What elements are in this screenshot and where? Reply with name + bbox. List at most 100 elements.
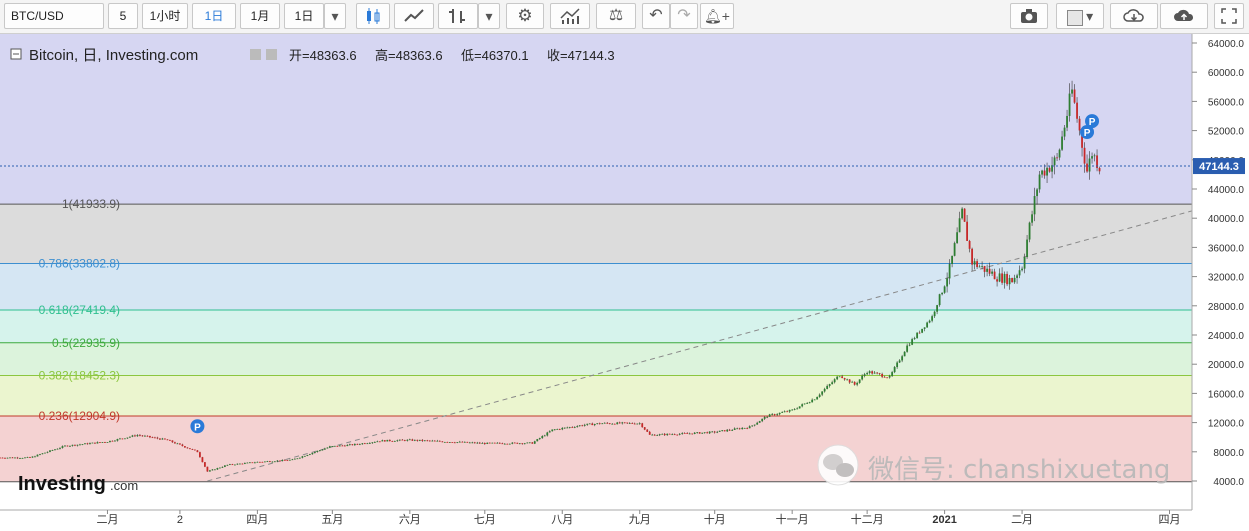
- candle-body: [258, 461, 261, 463]
- area-type-button[interactable]: [394, 3, 434, 29]
- candle-body: [81, 444, 84, 446]
- color-swatch-icon: [1066, 9, 1083, 26]
- candle-body: [703, 432, 706, 434]
- candle-body: [536, 439, 539, 442]
- candle-body: [16, 457, 19, 459]
- candle-body: [893, 367, 896, 373]
- compare-button[interactable]: ⚖: [596, 3, 636, 29]
- candle-body: [503, 443, 506, 445]
- legend-settings-icon[interactable]: [250, 49, 261, 60]
- fib-zone: [0, 310, 1192, 343]
- interval-1d-button[interactable]: 1日: [192, 3, 236, 29]
- candle-body: [476, 442, 479, 444]
- interval-1m-button[interactable]: 1月: [240, 3, 280, 29]
- candle-body: [353, 443, 356, 446]
- candle-body: [443, 441, 446, 443]
- p-marker-letter: P: [194, 422, 201, 433]
- candle-body: [791, 409, 794, 411]
- candle-body: [271, 461, 274, 463]
- period-dropdown-arrow[interactable]: ▾: [324, 3, 346, 29]
- candle-body: [41, 453, 44, 455]
- candle-body: [823, 388, 826, 392]
- candle-body: [628, 422, 631, 424]
- candle-body: [196, 450, 199, 453]
- candle-body: [11, 457, 14, 459]
- redo-button[interactable]: ↷: [670, 3, 698, 29]
- candle-body: [313, 451, 316, 453]
- candle-body: [74, 444, 76, 446]
- resolution-input[interactable]: 5: [108, 3, 138, 29]
- candle-body: [49, 450, 51, 452]
- candle-body: [401, 439, 404, 441]
- legend-title: Bitcoin, 日, Investing.com: [29, 47, 198, 64]
- candle-body: [596, 423, 599, 425]
- candle-body: [1076, 102, 1078, 119]
- candle-body: [751, 425, 754, 427]
- candle-body: [938, 294, 941, 306]
- candle-body: [403, 440, 406, 441]
- period-dropdown[interactable]: 1日: [284, 3, 324, 29]
- settings-button[interactable]: ⚙: [506, 3, 544, 29]
- fib-zone: [0, 342, 1192, 376]
- candle-body: [748, 426, 751, 429]
- indicators-button[interactable]: [550, 3, 590, 29]
- candle-body: [1073, 89, 1076, 103]
- candle-body: [378, 441, 381, 443]
- save-layout-button[interactable]: [1160, 3, 1208, 29]
- candle-body: [381, 440, 384, 442]
- time-axis[interactable]: [0, 510, 1249, 531]
- candle-body: [621, 422, 624, 424]
- x-tick-label: 四月: [1159, 514, 1181, 526]
- symbol-input[interactable]: BTC/USD: [4, 3, 104, 29]
- y-tick-label: 40000.0: [1208, 214, 1245, 225]
- candle-body: [243, 462, 246, 464]
- alert-button[interactable]: 🔔︎+: [700, 3, 734, 29]
- candle-body: [448, 442, 451, 443]
- candle-body: [1066, 115, 1068, 128]
- x-tick-label: 二月: [1011, 514, 1033, 526]
- candle-body: [641, 423, 644, 428]
- candle-body: [851, 381, 854, 383]
- candle-body: [54, 449, 56, 451]
- candle-body: [658, 434, 661, 436]
- legend-hide-icon[interactable]: [266, 49, 277, 60]
- candle-body: [756, 422, 759, 425]
- candle-body: [286, 460, 289, 462]
- candle-body: [973, 261, 976, 265]
- price-chart[interactable]: 1(41933.9) 0.786(33802.8) 0.618(27419.4) 0.…: [0, 34, 1249, 531]
- candle-body: [898, 360, 901, 363]
- candle-body: [881, 374, 884, 377]
- candle-body: [866, 372, 869, 375]
- candle-body: [666, 433, 669, 436]
- candle-body: [721, 430, 724, 432]
- bar-type-button[interactable]: [438, 3, 478, 29]
- chart-type-dropdown[interactable]: ▾: [478, 3, 500, 29]
- candle-body: [571, 427, 574, 428]
- candle-body: [214, 469, 216, 471]
- fullscreen-button[interactable]: [1214, 3, 1244, 29]
- candle-body: [563, 427, 566, 429]
- snapshot-button[interactable]: [1010, 3, 1048, 29]
- y-tick-label: 44000.0: [1208, 185, 1245, 196]
- candle-body: [51, 450, 54, 451]
- y-tick-label: 24000.0: [1208, 331, 1245, 342]
- candle-body: [398, 439, 401, 441]
- candle-body: [673, 434, 676, 436]
- candle-body: [593, 424, 596, 426]
- candle-body: [426, 440, 429, 442]
- undo-button[interactable]: ↶: [642, 3, 670, 29]
- candle-body: [236, 463, 239, 465]
- candle-body: [101, 442, 104, 443]
- candle-body: [623, 422, 626, 424]
- candle-body: [933, 311, 936, 317]
- background-color-button[interactable]: ▾: [1056, 3, 1104, 29]
- fib-zone: [0, 375, 1192, 416]
- load-layout-button[interactable]: [1110, 3, 1158, 29]
- candle-type-button[interactable]: [356, 3, 390, 29]
- candle-body: [321, 449, 324, 451]
- candle-body: [189, 448, 191, 450]
- interval-1h-button[interactable]: 1小时: [142, 3, 188, 29]
- wechat-id-text: 微信号: chanshixuetang: [868, 455, 1170, 485]
- candle-body: [96, 442, 99, 444]
- candle-body: [576, 426, 579, 428]
